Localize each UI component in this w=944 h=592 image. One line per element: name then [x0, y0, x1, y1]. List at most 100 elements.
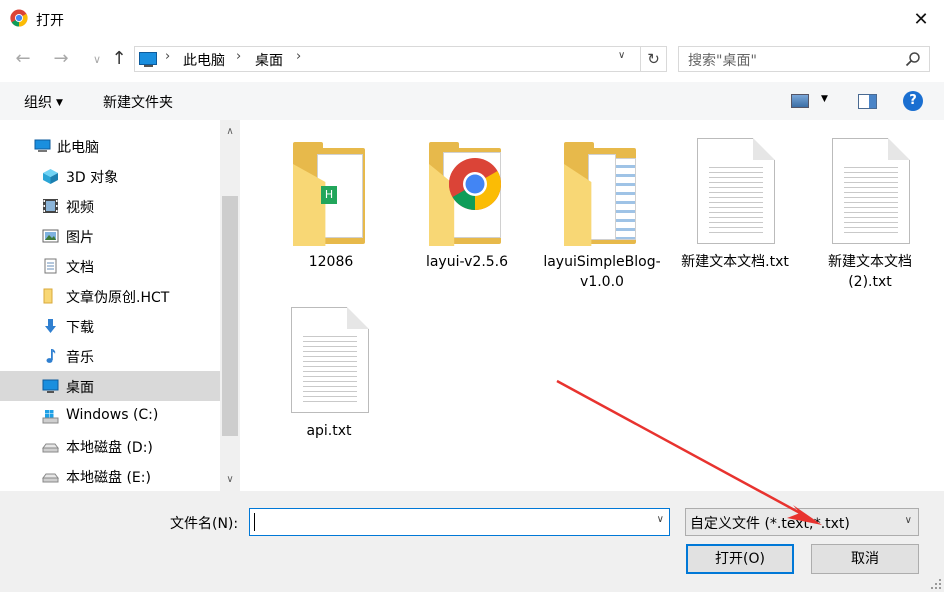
sidebar-item-documents[interactable]: 文档: [0, 251, 220, 281]
filename-dropdown-icon[interactable]: ∨: [657, 514, 664, 525]
file-name: layui-v2.5.6: [425, 254, 509, 270]
sidebar-item-drive-d[interactable]: 本地磁盘 (D:): [0, 431, 220, 461]
filename-label: 文件名(N):: [170, 516, 239, 532]
new-folder-button[interactable]: 新建文件夹: [103, 92, 173, 112]
close-icon: ✕: [913, 8, 929, 30]
breadcrumb-separator[interactable]: ›: [296, 49, 301, 64]
refresh-button[interactable]: ↻: [641, 46, 667, 72]
folder-icon: [562, 138, 642, 248]
sidebar-item-downloads[interactable]: 下载: [0, 311, 220, 341]
sidebar-item-label: 视频: [66, 200, 94, 216]
breadcrumb-separator[interactable]: ›: [165, 49, 170, 64]
sidebar-item-label: 文章伪原创.HCT: [66, 290, 170, 306]
address-bar[interactable]: › 此电脑 › 桌面 › ∨: [134, 46, 641, 72]
windows-drive-icon: [42, 410, 59, 424]
command-bar: 组织 ▼ 新建文件夹 ▼ ?: [0, 82, 944, 120]
organize-button[interactable]: 组织 ▼: [24, 92, 63, 112]
forward-button[interactable]: →: [50, 48, 72, 70]
sidebar-item-desktop[interactable]: 桌面: [0, 371, 220, 401]
up-button[interactable]: ↑: [108, 48, 130, 70]
file-item-folder[interactable]: layui-v2.5.6: [403, 120, 531, 280]
back-button[interactable]: ←: [12, 48, 34, 70]
close-button[interactable]: ✕: [898, 0, 944, 38]
sidebar-item-label: Windows (C:): [66, 407, 159, 423]
text-file-icon: [695, 138, 775, 248]
desktop-icon: [42, 379, 59, 393]
search-input[interactable]: 搜索"桌面": [688, 50, 757, 70]
file-name: api.txt: [306, 423, 352, 439]
sidebar-item-label: 本地磁盘 (D:): [66, 440, 153, 456]
file-item-text[interactable]: 新建文本文档.txt: [671, 120, 799, 280]
pictures-icon: [42, 229, 59, 243]
file-name: 新建文本文档.txt: [681, 254, 789, 270]
breadcrumb-item-desktop[interactable]: 桌面: [255, 50, 283, 70]
chevron-down-icon: ∨: [904, 515, 912, 526]
view-options-dropdown-icon[interactable]: ▼: [821, 94, 828, 104]
sidebar-scrollbar[interactable]: ∧ ∨: [220, 120, 240, 491]
breadcrumb-separator[interactable]: ›: [236, 49, 241, 64]
documents-icon: [44, 258, 57, 274]
folder-icon: [427, 138, 507, 248]
navigation-pane: 此电脑 3D 对象 视频 图片 文档 文章伪原创.HCT 下载 音乐 桌面 Wi…: [0, 120, 240, 491]
file-name: 新建文本文档 (2).txt: [828, 254, 912, 290]
sidebar-item-label: 文档: [66, 260, 94, 276]
text-file-icon: [830, 138, 910, 248]
bottom-panel: 文件名(N): ∨ 自定义文件 (*.text;*.txt) ∨ 打开(O) 取…: [0, 491, 944, 592]
breadcrumb-item-this-pc[interactable]: 此电脑: [183, 50, 225, 70]
refresh-icon: ↻: [647, 50, 660, 68]
filename-input[interactable]: ∨: [249, 508, 670, 536]
organize-label: 组织: [24, 95, 52, 111]
3d-objects-icon: [43, 169, 58, 184]
folder-icon: H: [291, 138, 371, 248]
text-caret: [254, 513, 255, 531]
window-title: 打开: [36, 13, 64, 29]
file-item-text[interactable]: api.txt: [265, 289, 393, 449]
cancel-button[interactable]: 取消: [811, 544, 919, 574]
navigation-bar: ← → ∨ ↑ › 此电脑 › 桌面 › ∨ ↻ 搜索"桌面": [0, 38, 944, 82]
file-name: 12086: [308, 254, 354, 270]
videos-icon: [43, 199, 58, 213]
computer-icon: [139, 52, 157, 67]
file-item-folder[interactable]: H 12086: [267, 120, 395, 280]
address-dropdown-icon[interactable]: ∨: [618, 50, 625, 61]
filetype-select[interactable]: 自定义文件 (*.text;*.txt) ∨: [685, 508, 919, 536]
sidebar-item-videos[interactable]: 视频: [0, 191, 220, 221]
drive-icon: [42, 473, 59, 483]
caret-down-icon: ▼: [56, 98, 63, 108]
scroll-up-icon[interactable]: ∧: [220, 122, 240, 142]
resize-grip-icon[interactable]: [930, 578, 942, 590]
scroll-down-icon[interactable]: ∨: [220, 470, 240, 490]
sidebar-item-music[interactable]: 音乐: [0, 341, 220, 371]
title-bar: 打开 ✕: [0, 0, 944, 38]
sidebar-item-label: 音乐: [66, 350, 94, 366]
sidebar-item-drive-c[interactable]: Windows (C:): [0, 401, 220, 431]
sidebar-item-label: 桌面: [66, 380, 94, 396]
music-icon: [46, 349, 56, 363]
open-button[interactable]: 打开(O): [686, 544, 794, 574]
chrome-icon: [10, 9, 28, 27]
sidebar-item-pictures[interactable]: 图片: [0, 221, 220, 251]
sidebar-item-hct-folder[interactable]: 文章伪原创.HCT: [0, 281, 220, 311]
file-item-folder[interactable]: layuiSimpleBlog-v1.0.0: [538, 120, 666, 290]
search-icon[interactable]: [905, 51, 921, 67]
sidebar-item-label: 本地磁盘 (E:): [66, 470, 151, 486]
change-view-icon[interactable]: [791, 94, 809, 108]
file-item-text[interactable]: 新建文本文档 (2).txt: [806, 120, 934, 290]
sidebar-item-label: 图片: [66, 230, 94, 246]
filetype-value: 自定义文件 (*.text;*.txt): [690, 516, 850, 532]
text-file-icon: [289, 307, 369, 417]
sidebar-item-label: 3D 对象: [66, 170, 119, 186]
folder-icon: [43, 288, 53, 304]
sidebar-item-3d-objects[interactable]: 3D 对象: [0, 161, 220, 191]
help-icon[interactable]: ?: [903, 91, 923, 111]
file-open-dialog: 打开 ✕ ← → ∨ ↑ › 此电脑 › 桌面 › ∨ ↻ 搜索"桌面" 组织 …: [0, 0, 944, 592]
sidebar-item-drive-e[interactable]: 本地磁盘 (E:): [0, 461, 220, 491]
computer-icon: [34, 139, 51, 152]
drive-icon: [42, 443, 59, 453]
file-view: H 12086 layui-v2.5.6 layuiSimpleBlog-v1.…: [240, 120, 944, 491]
sidebar-item-this-pc[interactable]: 此电脑: [0, 131, 220, 161]
recent-locations-button[interactable]: ∨: [86, 49, 108, 71]
scroll-thumb[interactable]: [222, 196, 238, 436]
preview-pane-icon[interactable]: [858, 94, 877, 109]
search-box[interactable]: 搜索"桌面": [678, 46, 930, 72]
